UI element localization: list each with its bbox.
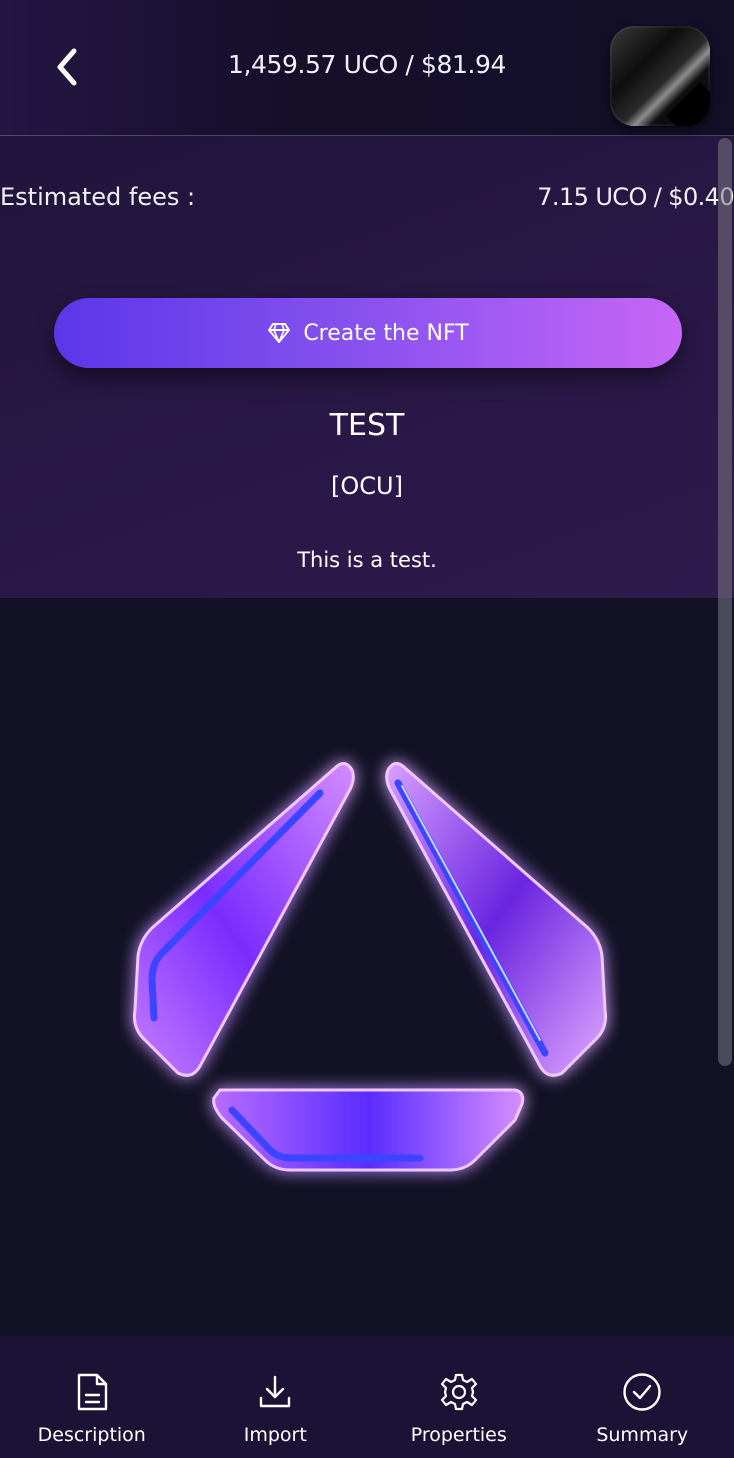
nav-label-summary: Summary [596,1424,689,1446]
nft-image-area [0,598,734,1336]
nav-label-description: Description [37,1424,146,1446]
nft-description: This is a test. [297,548,437,572]
nav-item-description[interactable]: Description [0,1336,184,1458]
nav-item-properties[interactable]: Properties [367,1336,551,1458]
estimated-fees-label: Estimated fees : [0,183,196,211]
nav-item-import[interactable]: Import [184,1336,368,1458]
estimated-fees-value: 7.15 UCO / $0.40 [537,183,734,211]
header: 1,459.57 UCO / $81.94 [0,0,734,136]
nft-symbol: [OCU] [331,472,403,500]
nav-label-import: Import [243,1424,307,1446]
create-nft-button[interactable]: Create the NFT [54,298,682,368]
nft-name: TEST [329,408,405,443]
account-avatar[interactable] [610,26,710,126]
gear-icon [440,1373,477,1411]
nft-logo-image [133,762,607,1172]
document-icon [77,1373,107,1411]
bottom-nav: Description Import Properties Summary [0,1336,734,1458]
create-nft-label: Create the NFT [303,320,469,346]
diamond-icon [268,323,291,343]
nav-item-summary[interactable]: Summary [551,1336,734,1458]
scrollbar[interactable] [718,138,732,1066]
check-circle-icon [623,1373,661,1411]
download-icon [260,1375,291,1408]
nav-label-properties: Properties [410,1424,507,1446]
